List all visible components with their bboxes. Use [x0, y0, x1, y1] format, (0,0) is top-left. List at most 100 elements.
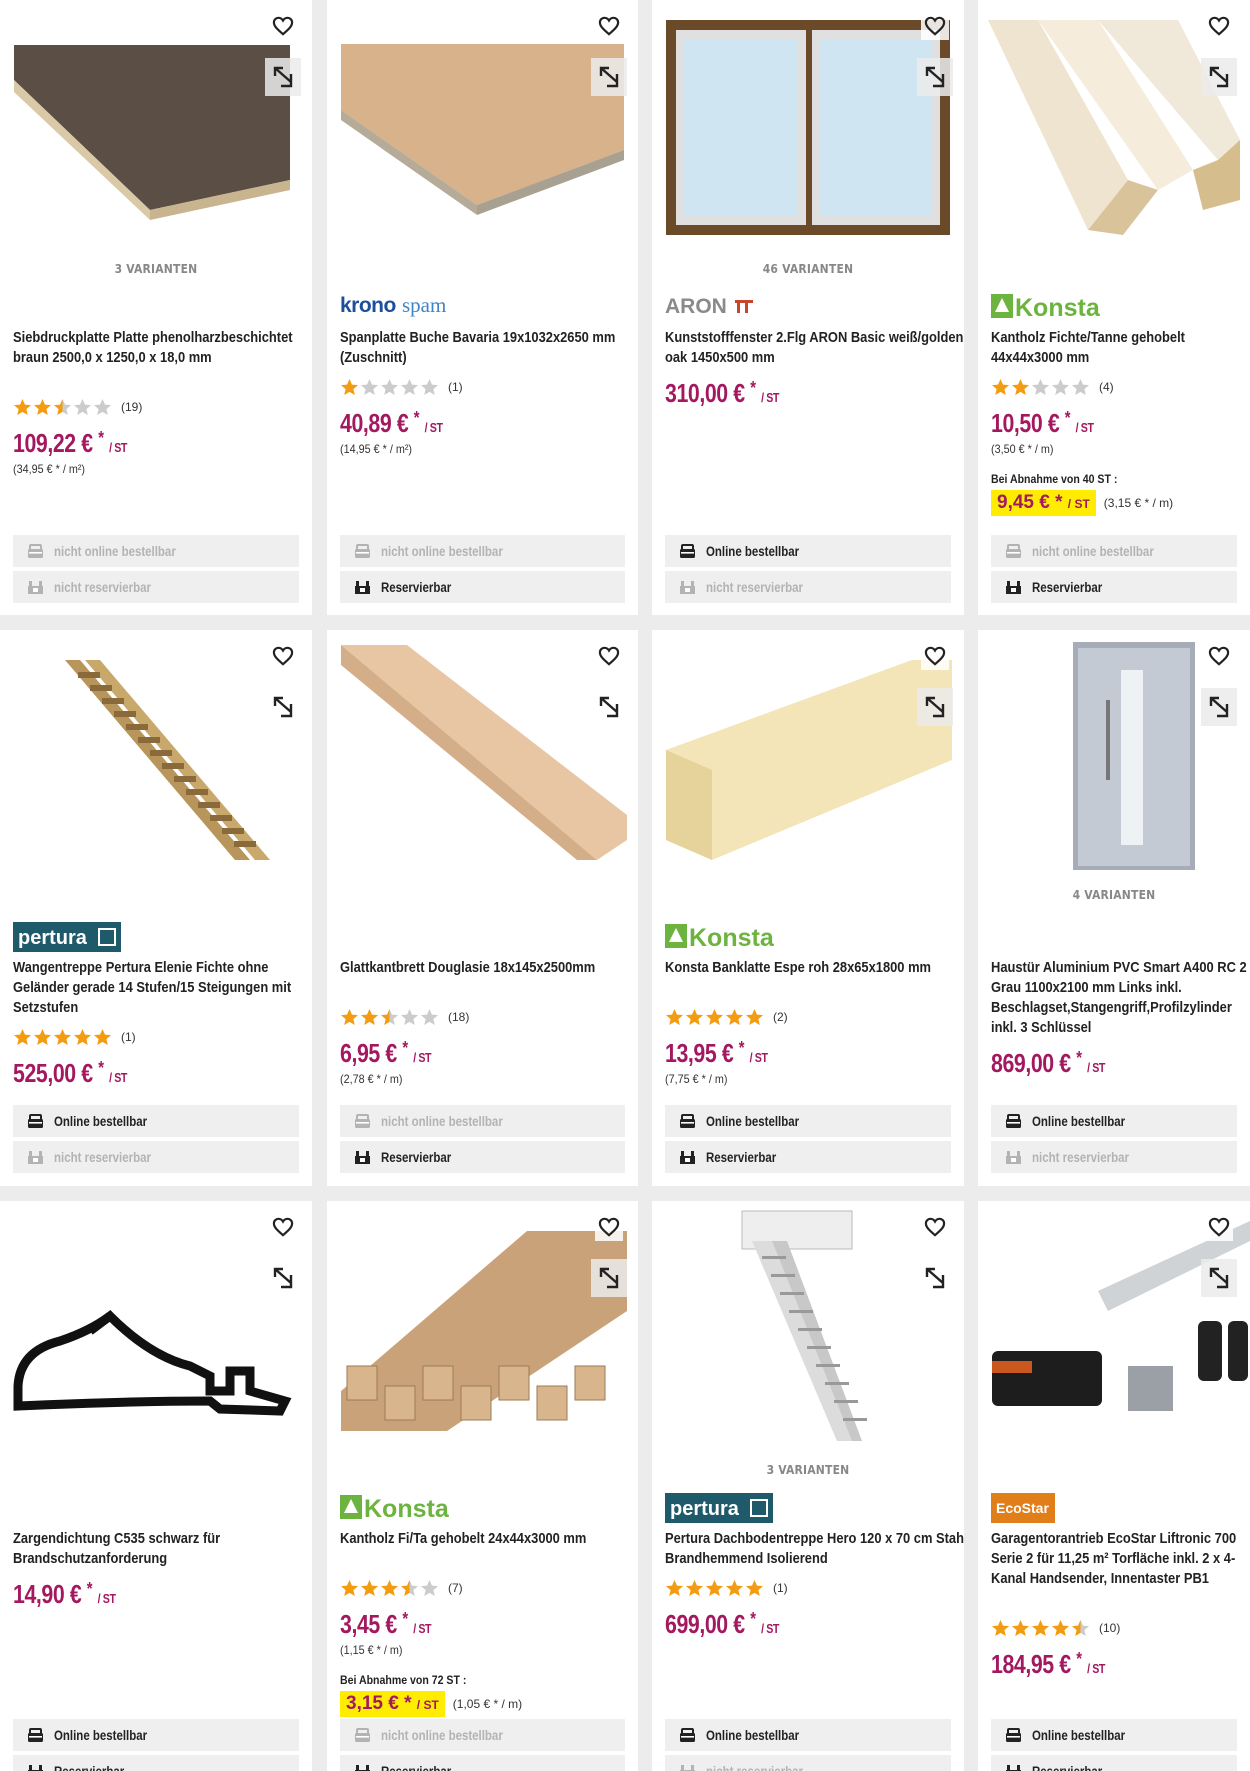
product-title[interactable]: Kunststofffenster 2.Flg ARON Basic weiß/… [665, 328, 964, 368]
reserve-status[interactable]: Reservierbar [340, 571, 625, 603]
online-order-status[interactable]: Online bestellbar [665, 1105, 951, 1137]
board-icon[interactable] [327, 630, 638, 880]
rating[interactable]: (7) [340, 1579, 463, 1597]
reserve-status[interactable]: Reservierbar [991, 571, 1237, 603]
online-order-status[interactable]: Online bestellbar [991, 1105, 1237, 1137]
rating[interactable]: (19) [13, 398, 142, 416]
rating[interactable]: (1) [13, 1028, 136, 1046]
compare-icon[interactable] [591, 58, 627, 96]
product-card[interactable]: EcoStar Garagentorantrieb EcoStar Liftron… [978, 1201, 1250, 1771]
compare-icon[interactable] [591, 688, 627, 726]
wishlist-heart-icon[interactable] [1205, 1213, 1233, 1241]
product-title[interactable]: Spanplatte Buche Bavaria 19x1032x2650 mm… [340, 328, 638, 368]
wishlist-heart-icon[interactable] [921, 12, 949, 40]
reserve-status[interactable]: Reservierbar [340, 1141, 625, 1173]
wishlist-heart-icon[interactable] [269, 1213, 297, 1241]
rating[interactable]: (1) [340, 378, 463, 396]
star-rating-icon [991, 378, 1091, 396]
rating[interactable]: (10) [991, 1619, 1120, 1637]
online-order-status[interactable]: Online bestellbar [13, 1719, 299, 1751]
price: 40,89 € * / ST [340, 408, 443, 438]
price: 6,95 € * / ST [340, 1038, 432, 1068]
product-title[interactable]: Kantholz Fichte/Tanne gehobelt 44x44x300… [991, 328, 1250, 368]
reserve-status[interactable]: Reservierbar [340, 1755, 625, 1771]
rating[interactable]: (2) [665, 1008, 788, 1026]
product-title[interactable]: Garagentorantrieb EcoStar Liftronic 700 … [991, 1529, 1250, 1589]
wishlist-heart-icon[interactable] [269, 12, 297, 40]
product-card[interactable]: pertura Wangentreppe Pertura Elenie Ficht… [0, 630, 312, 1186]
compare-icon[interactable] [917, 688, 953, 726]
compare-icon[interactable] [265, 1259, 301, 1297]
product-card[interactable]: Konsta Kantholz Fi/Ta gehobelt 24x44x3000… [327, 1201, 638, 1771]
wishlist-heart-icon[interactable] [1205, 12, 1233, 40]
reserve-status[interactable]: Reservierbar [13, 1755, 299, 1771]
compare-icon[interactable] [265, 688, 301, 726]
compare-icon[interactable] [1201, 58, 1237, 96]
window-icon[interactable] [652, 0, 964, 250]
rating[interactable]: (4) [991, 378, 1114, 396]
reserve-status[interactable]: Reservierbar [991, 1755, 1237, 1771]
product-card[interactable]: 46 VARIANTEN ARON Kunststofffenster 2.Flg … [652, 0, 964, 615]
reserve-label: Reservierbar [381, 1763, 452, 1771]
compare-icon[interactable] [265, 58, 301, 96]
brand-logo: krono spam [340, 292, 480, 320]
wishlist-heart-icon[interactable] [595, 12, 623, 40]
reserve-status[interactable]: nicht reservierbar [665, 571, 951, 603]
product-card[interactable]: 4 VARIANTEN Haustür Aluminium PVC Smart A… [978, 630, 1250, 1186]
online-order-status[interactable]: nicht online bestellbar [13, 535, 299, 567]
product-card[interactable]: Konsta Konsta Banklatte Espe roh 28x65x18… [652, 630, 964, 1186]
product-title[interactable]: Haustür Aluminium PVC Smart A400 RC 2 Gr… [991, 958, 1250, 1038]
product-card[interactable]: Glattkantbrett Douglasie 18x145x2500mm (1… [327, 630, 638, 1186]
wishlist-heart-icon[interactable] [269, 642, 297, 670]
compare-icon[interactable] [591, 1259, 627, 1297]
reserve-status[interactable]: nicht reservierbar [991, 1141, 1237, 1173]
online-order-status[interactable]: Online bestellbar [991, 1719, 1237, 1751]
online-order-status[interactable]: Online bestellbar [13, 1105, 299, 1137]
compare-icon[interactable] [1201, 688, 1237, 726]
product-card[interactable]: krono spam Spanplatte Buche Bavaria 19x103… [327, 0, 638, 615]
reserve-status[interactable]: nicht reservierbar [13, 571, 299, 603]
compare-icon[interactable] [917, 1259, 953, 1297]
wishlist-heart-icon[interactable] [921, 1213, 949, 1241]
product-title[interactable]: Pertura Dachbodentreppe Hero 120 x 70 cm… [665, 1529, 964, 1569]
product-title[interactable]: Siebdruckplatte Platte phenolharzbeschic… [13, 328, 312, 368]
online-order-status[interactable]: nicht online bestellbar [340, 1105, 625, 1137]
product-card[interactable]: 3 VARIANTEN Siebdruckplatte Platte phenol… [0, 0, 312, 615]
product-title[interactable]: Konsta Banklatte Espe roh 28x65x1800 mm [665, 958, 964, 978]
compare-icon[interactable] [1201, 1259, 1237, 1297]
compare-icon[interactable] [917, 58, 953, 96]
online-order-status[interactable]: nicht online bestellbar [340, 1719, 625, 1751]
product-title[interactable]: Kantholz Fi/Ta gehobelt 24x44x3000 mm [340, 1529, 638, 1549]
panel-brown-icon[interactable] [0, 0, 312, 250]
wishlist-heart-icon[interactable] [1205, 642, 1233, 670]
reserve-status[interactable]: nicht reservierbar [13, 1141, 299, 1173]
online-order-status[interactable]: nicht online bestellbar [991, 535, 1237, 567]
rating[interactable]: (1) [665, 1579, 788, 1597]
online-order-status[interactable]: nicht online bestellbar [340, 535, 625, 567]
online-order-label: Online bestellbar [54, 1727, 148, 1743]
product-title[interactable]: Wangentreppe Pertura Elenie Fichte ohne … [13, 958, 312, 1018]
rating[interactable]: (18) [340, 1008, 469, 1026]
svg-text:Konsta: Konsta [689, 924, 775, 950]
reserve-status[interactable]: nicht reservierbar [665, 1755, 951, 1771]
attic-ladder-icon[interactable] [652, 1201, 964, 1451]
product-card[interactable]: Konsta Kantholz Fichte/Tanne gehobelt 44x… [978, 0, 1250, 615]
seal-profile-icon[interactable] [0, 1201, 312, 1451]
stairs-icon[interactable] [0, 630, 312, 880]
product-card[interactable]: 3 VARIANTEN pertura Pertura Dachbodentrepp… [652, 1201, 964, 1771]
reserve-status[interactable]: Reservierbar [665, 1141, 951, 1173]
slat-icon[interactable] [652, 630, 964, 880]
product-card[interactable]: Zargendichtung C535 schwarz für Brandsch… [0, 1201, 312, 1771]
star-rating-icon [340, 378, 440, 396]
bulk-price: 9,45 € [997, 492, 1050, 513]
product-title[interactable]: Glattkantbrett Douglasie 18x145x2500mm [340, 958, 638, 978]
online-order-status[interactable]: Online bestellbar [665, 1719, 951, 1751]
wishlist-heart-icon[interactable] [595, 642, 623, 670]
product-title[interactable]: Zargendichtung C535 schwarz für Brandsch… [13, 1529, 312, 1569]
wishlist-heart-icon[interactable] [921, 642, 949, 670]
price-unit: / ST [1087, 1661, 1106, 1676]
online-order-status[interactable]: Online bestellbar [665, 535, 951, 567]
panel-beech-icon[interactable] [327, 0, 638, 250]
wishlist-heart-icon[interactable] [595, 1213, 623, 1241]
timber-stack-icon[interactable] [327, 1201, 638, 1451]
